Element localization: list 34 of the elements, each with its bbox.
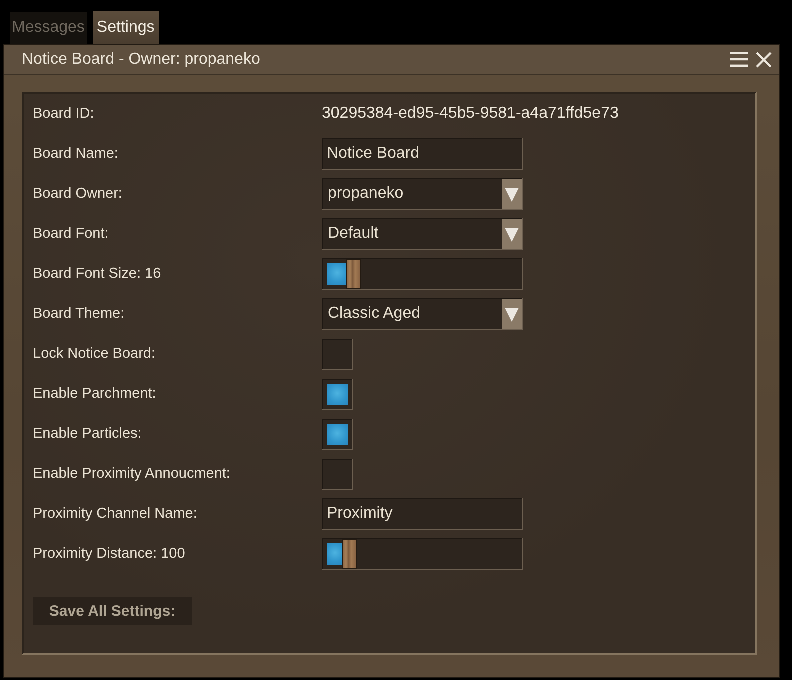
slider-track[interactable] [322, 538, 523, 570]
slider-handle[interactable] [346, 259, 361, 289]
checkbox[interactable] [322, 458, 353, 490]
checkbox[interactable] [322, 418, 353, 450]
slider-track[interactable] [322, 258, 523, 290]
save-button[interactable]: Save All Settings: [33, 597, 192, 625]
dropdown[interactable]: propaneko [322, 178, 523, 210]
menu-icon[interactable] [730, 52, 748, 67]
setting-label: Enable Proximity Annoucment: [33, 466, 230, 482]
setting-label: Board Font: [33, 226, 109, 242]
setting-label: Board Owner: [33, 186, 122, 202]
setting-label: Proximity Channel Name: [33, 506, 198, 522]
checkbox[interactable] [322, 378, 353, 410]
setting-label: Board Font Size: 16 [33, 266, 162, 282]
caret-icon[interactable] [502, 179, 522, 209]
setting-label: Lock Notice Board: [33, 346, 156, 362]
setting-label: Board ID: [33, 106, 94, 122]
slider-handle[interactable] [342, 539, 357, 569]
setting-label: Enable Parchment: [33, 386, 156, 402]
value-text: 30295384-ed95-45b5-9581-a4a71ffd5e73 [322, 105, 619, 123]
setting-label: Board Theme: [33, 306, 125, 322]
tab[interactable]: Settings [92, 11, 159, 44]
window-title: Notice Board - Owner: propaneko [22, 50, 260, 68]
text-field[interactable]: Notice Board [322, 138, 523, 170]
dropdown[interactable]: Default [322, 218, 523, 250]
close-icon[interactable] [756, 52, 772, 68]
caret-icon[interactable] [502, 299, 522, 329]
setting-label: Board Name: [33, 146, 118, 162]
caret-icon[interactable] [502, 219, 522, 249]
text-field[interactable]: Proximity [322, 498, 523, 530]
setting-label: Enable Particles: [33, 426, 142, 442]
checkbox[interactable] [322, 338, 353, 370]
dropdown[interactable]: Classic Aged [322, 298, 523, 330]
setting-label: Proximity Distance: 100 [33, 546, 186, 562]
